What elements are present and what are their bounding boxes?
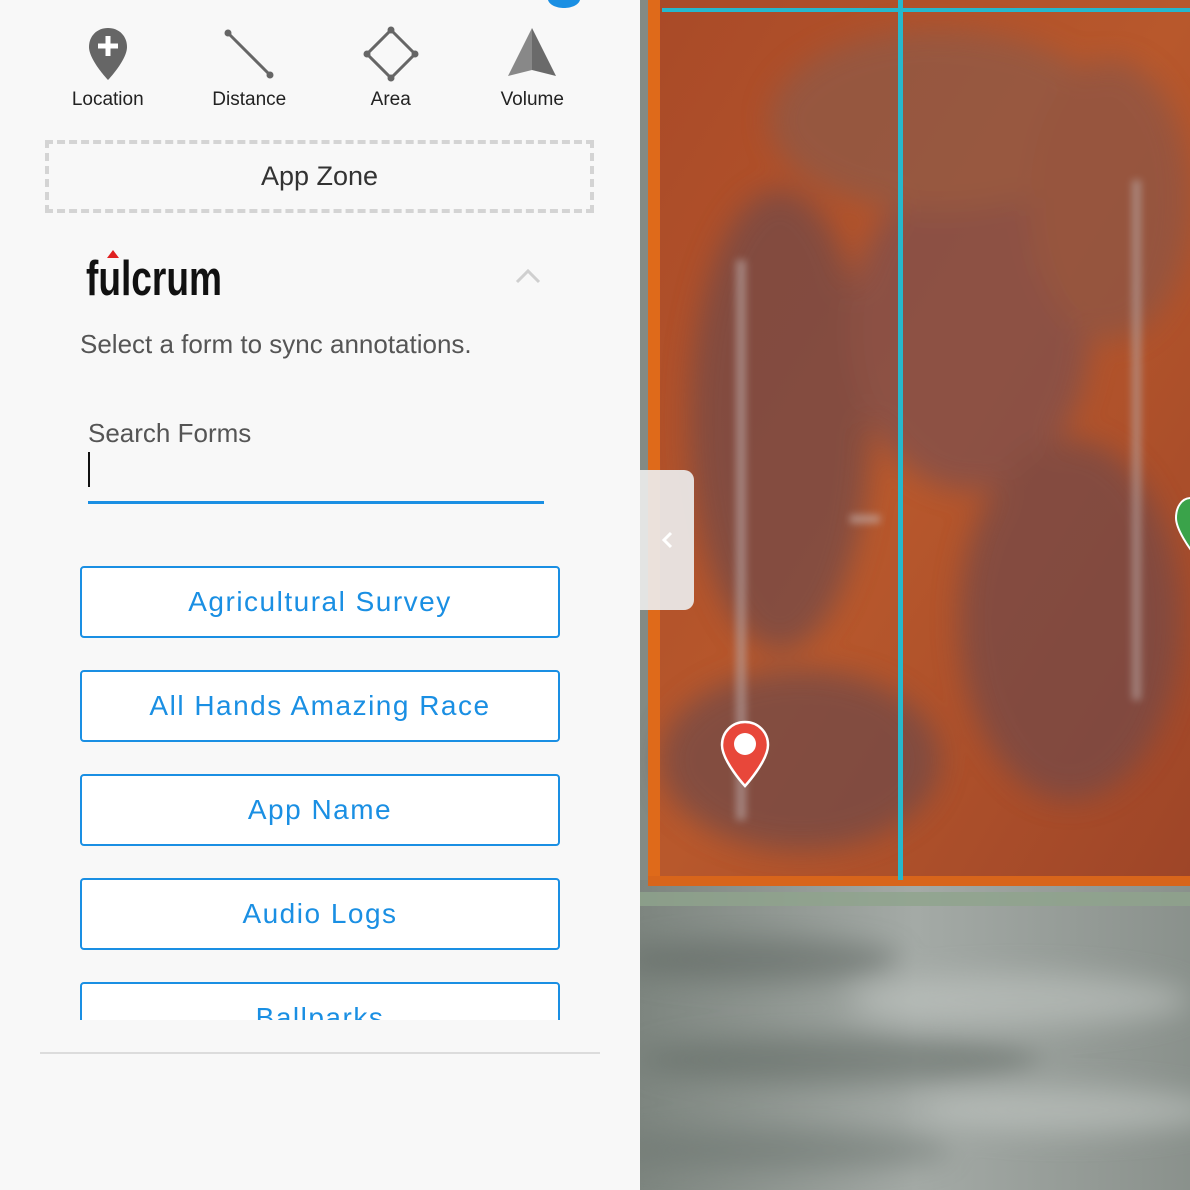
search-forms-input[interactable]: [88, 450, 544, 504]
panel-divider: [40, 1052, 600, 1054]
volume-tool-button[interactable]: Volume: [462, 20, 604, 125]
form-button-ballparks[interactable]: Ballparks: [80, 982, 560, 1020]
collapse-panel-tab[interactable]: [640, 470, 694, 610]
area-tool-button[interactable]: Area: [320, 20, 462, 125]
location-tool-button[interactable]: Location: [37, 20, 179, 125]
svg-text:fulcrum: fulcrum: [86, 252, 222, 303]
distance-tool-label: Distance: [212, 89, 287, 110]
location-add-icon: [78, 20, 138, 88]
location-tool-label: Location: [71, 89, 144, 110]
distance-tool-button[interactable]: Distance: [179, 20, 321, 125]
distance-icon: [219, 20, 279, 88]
search-forms-label: Search Forms: [88, 418, 252, 448]
partial-map-pin-icon[interactable]: [1175, 496, 1190, 552]
measure-toolbar: Location Distance Area Volume: [37, 20, 603, 125]
form-button-app-name[interactable]: App Name: [80, 774, 560, 846]
sync-instruction: Select a form to sync annotations.: [80, 329, 472, 359]
volume-tool-label: Volume: [500, 89, 564, 110]
aerial-imagery: [640, 0, 1190, 1190]
chevron-up-icon: [515, 268, 541, 284]
forms-list[interactable]: Agricultural Survey All Hands Amazing Ra…: [80, 566, 560, 1020]
area-icon: [361, 20, 421, 88]
measurement-panel: Location Distance Area Volume App Zone f…: [0, 0, 640, 1190]
collapse-section-button[interactable]: [512, 262, 544, 290]
form-button-all-hands-amazing-race[interactable]: All Hands Amazing Race: [80, 670, 560, 742]
text-cursor: [88, 452, 90, 487]
area-tool-label: Area: [370, 89, 411, 110]
chevron-left-icon: [661, 531, 673, 549]
app-zone: App Zone: [45, 140, 594, 213]
volume-icon: [502, 20, 562, 88]
form-button-agricultural-survey[interactable]: Agricultural Survey: [80, 566, 560, 638]
fulcrum-logo: fulcrum: [86, 247, 226, 306]
map-view[interactable]: [640, 0, 1190, 1190]
form-button-audio-logs[interactable]: Audio Logs: [80, 878, 560, 950]
app-zone-label: App Zone: [260, 161, 379, 191]
map-pin-icon[interactable]: [720, 720, 770, 788]
status-dot-icon: [548, 0, 580, 8]
